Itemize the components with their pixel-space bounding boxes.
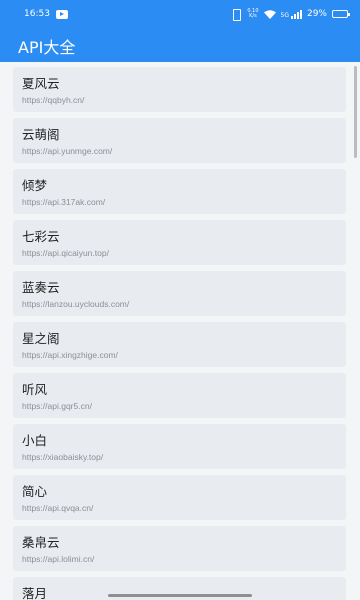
api-name: 简心 — [22, 484, 48, 499]
api-card[interactable]: 星之阁 https://api.xingzhige.com/ — [13, 322, 346, 367]
api-name: 星之阁 — [22, 331, 60, 346]
app-header: 16:53 0.10 K/s 5G 29% API大全 — [0, 0, 360, 62]
api-url: https://api.lolimi.cn/ — [22, 554, 95, 564]
api-name: 倾梦 — [22, 178, 48, 193]
api-name: 蓝奏云 — [22, 280, 60, 295]
api-name: 夏风云 — [22, 76, 60, 91]
api-card[interactable]: 云萌阁 https://api.yunmge.com/ — [13, 118, 346, 163]
api-list-scroll[interactable]: 夏风云 https://qqbyh.cn/云萌阁 https://api.yunmg… — [0, 62, 360, 600]
api-card[interactable]: 简心 https://api.qvqa.cn/ — [13, 475, 346, 520]
app-title: API大全 — [18, 38, 76, 57]
api-url: https://api.qvqa.cn/ — [22, 503, 94, 513]
home-indicator[interactable] — [108, 594, 252, 597]
api-card[interactable]: 小白 https://xiaobaisky.top/ — [13, 424, 346, 469]
cellular-signal-icon: 5G — [280, 9, 302, 19]
api-url: https://api.yunmge.com/ — [22, 146, 113, 156]
api-url: https://api.xingzhige.com/ — [22, 350, 118, 360]
api-list: 夏风云 https://qqbyh.cn/云萌阁 https://api.yunmg… — [13, 67, 346, 600]
api-url: https://api.qicaiyun.top/ — [22, 248, 109, 258]
api-url: https://xiaobaisky.top/ — [22, 452, 104, 462]
network-speed: 0.10 K/s — [247, 9, 258, 19]
api-card[interactable]: 倾梦 https://api.317ak.com/ — [13, 169, 346, 214]
api-name: 桑帛云 — [22, 535, 60, 550]
network-speed-unit: K/s — [249, 13, 257, 19]
api-card[interactable]: 夏风云 https://qqbyh.cn/ — [13, 67, 346, 112]
battery-percentage: 29% — [306, 9, 327, 19]
status-bar: 16:53 0.10 K/s 5G 29% — [0, 0, 360, 28]
status-time: 16:53 — [24, 9, 50, 19]
api-url: https://qqbyh.cn/ — [22, 95, 85, 105]
api-name: 云萌阁 — [22, 127, 60, 142]
api-card[interactable]: 桑帛云 https://api.lolimi.cn/ — [13, 526, 346, 571]
api-card[interactable]: 听风 https://api.gqr5.cn/ — [13, 373, 346, 418]
signal-label: 5G — [280, 11, 289, 19]
api-url: https://api.gqr5.cn/ — [22, 401, 92, 411]
api-name: 七彩云 — [22, 229, 60, 244]
api-name: 听风 — [22, 382, 48, 397]
vibrate-icon — [230, 9, 242, 21]
battery-icon — [332, 10, 350, 18]
api-name: 落月 — [22, 586, 48, 600]
api-card[interactable]: 七彩云 https://api.qicaiyun.top/ — [13, 220, 346, 265]
api-name: 小白 — [22, 433, 48, 448]
video-notification-icon — [55, 9, 68, 19]
api-url: https://api.317ak.com/ — [22, 197, 106, 207]
scrollbar[interactable] — [354, 66, 357, 158]
api-card[interactable]: 蓝奏云 https://lanzou.uyclouds.com/ — [13, 271, 346, 316]
wifi-icon — [263, 9, 276, 19]
api-url: https://lanzou.uyclouds.com/ — [22, 299, 130, 309]
